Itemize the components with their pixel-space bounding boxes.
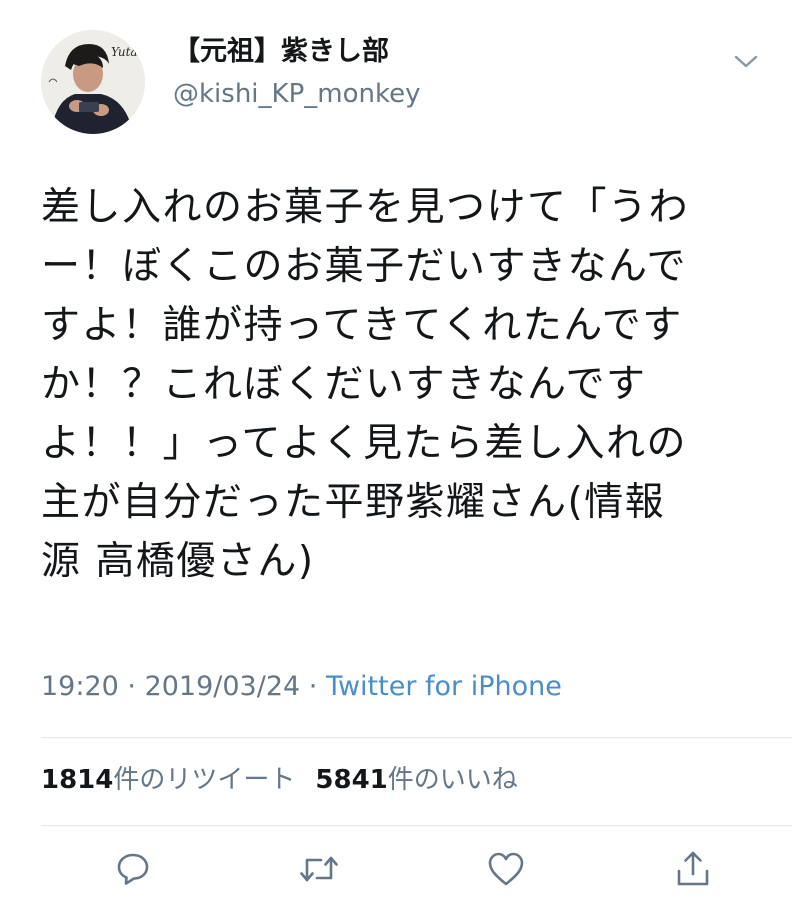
action-bar [0,847,792,895]
divider [41,825,792,826]
retweet-count-link[interactable]: 1814件のリツイート [41,760,295,800]
tweet-text-line: か！？これぼくだいすきなんです [41,362,647,407]
tweet-date[interactable]: 2019/03/24 [145,671,301,702]
divider [41,737,792,738]
display-name[interactable]: 【元祖】紫きし部 [173,32,420,72]
tweet-text-line: ー！ぼくこのお菓子だいすきなんで [41,244,688,289]
like-count-label: 件のいいね [387,765,518,795]
tweet-stats: 1814件のリツイート 5841件のいいね [41,760,518,800]
tweet-text-line: 主が自分だった平野紫耀さん(情報 [41,480,666,525]
user-handle[interactable]: @kishi_KP_monkey [173,74,420,114]
tweet-header: Yuta 【元祖】紫きし部 @kishi_KP_monkey [41,30,758,134]
tweet-text-line: すよ！誰が持ってきてくれたんです [41,303,683,348]
chevron-down-icon[interactable] [730,46,762,78]
like-count: 5841 [315,765,388,795]
tweet-text-line: 差し入れのお菓子を見つけて「うわ [41,185,690,230]
tweet-meta: 19:20 · 2019/03/24 · Twitter for iPhone [41,668,562,706]
avatar[interactable]: Yuta [41,30,145,134]
retweet-icon[interactable] [297,847,341,891]
like-count-link[interactable]: 5841件のいいね [315,760,517,800]
retweet-count-label: 件のリツイート [113,765,296,795]
tweet-source-link[interactable]: Twitter for iPhone [326,671,562,702]
tweet-text-line: 源 高橋優さん) [41,539,315,584]
tweet-text: 差し入れのお菓子を見つけて「うわ ー！ぼくこのお菓子だいすきなんで すよ！誰が持… [41,178,761,591]
share-icon[interactable] [671,847,715,891]
meta-separator: · [118,671,145,702]
retweet-count: 1814 [41,765,114,795]
heart-icon[interactable] [484,847,528,891]
tweet-time[interactable]: 19:20 [41,671,119,702]
tweet-text-line: よ！！」ってよく見たら差し入れの [41,421,688,466]
svg-text:Yuta: Yuta [111,45,138,59]
meta-separator: · [300,671,326,702]
reply-icon[interactable] [111,847,155,891]
